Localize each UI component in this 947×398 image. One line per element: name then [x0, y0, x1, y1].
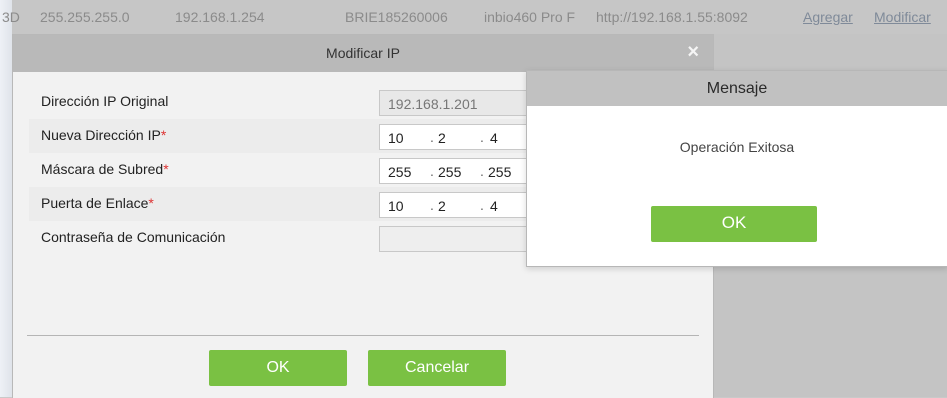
close-icon[interactable]: × [687, 41, 699, 64]
new-ip-seg-3[interactable]: 4 [490, 130, 498, 146]
label-subnet-wrap: Máscara de Subred* [41, 161, 169, 177]
original-ip-value: 192.168.1.201 [388, 96, 478, 112]
bg-cell-mask: 255.255.255.0 [40, 9, 130, 25]
label-new-ip: Nueva Dirección IP [41, 127, 161, 143]
new-ip-seg-2[interactable]: 2 [438, 130, 446, 146]
footer-divider [27, 335, 699, 336]
label-gateway: Puerta de Enlace [41, 195, 149, 211]
ip-dot: . [430, 163, 434, 179]
dialog-header: Modificar IP × [13, 35, 713, 72]
gateway-seg-3[interactable]: 4 [490, 198, 498, 214]
ip-dot: . [430, 129, 434, 145]
ip-dot: . [480, 129, 484, 145]
message-text: Operación Exitosa [679, 139, 795, 155]
subnet-seg-1[interactable]: 255 [388, 164, 411, 180]
background-table-row: 3D 255.255.255.0 192.168.1.254 BRIE18526… [0, 0, 947, 34]
required-marker: * [148, 195, 154, 211]
link-modify[interactable]: Modificar [874, 9, 931, 25]
label-new-ip-wrap: Nueva Dirección IP* [41, 127, 166, 143]
bg-cell-fragment: 3D [2, 9, 20, 25]
link-add[interactable]: Agregar [803, 9, 853, 25]
required-marker: * [160, 127, 167, 143]
bg-cell-gateway: 192.168.1.254 [175, 9, 265, 25]
bg-cell-device: inbio460 Pro F [484, 9, 576, 25]
bg-cell-url: http://192.168.1.55:8092 [596, 9, 748, 25]
dialog-title: Modificar IP [326, 45, 400, 61]
left-margin [0, 0, 12, 397]
message-title: Mensaje [706, 80, 768, 97]
ok-button[interactable]: OK [209, 350, 347, 386]
ip-dot: . [430, 197, 434, 213]
label-subnet: Máscara de Subred [41, 161, 164, 177]
gateway-seg-2[interactable]: 2 [438, 198, 446, 214]
required-marker: * [163, 161, 169, 177]
subnet-seg-3[interactable]: 255 [488, 164, 511, 180]
message-ok-button[interactable]: OK [651, 206, 817, 242]
label-gateway-wrap: Puerta de Enlace* [41, 195, 154, 211]
subnet-seg-2[interactable]: 255 [438, 164, 461, 180]
bg-cell-serial: BRIE185260006 [345, 9, 448, 25]
new-ip-seg-1[interactable]: 10 [388, 130, 404, 146]
cancel-button[interactable]: Cancelar [368, 350, 506, 386]
ip-dot: . [480, 163, 484, 179]
label-original-ip: Dirección IP Original [41, 93, 169, 109]
message-dialog: Mensaje Operación Exitosa OK [526, 70, 947, 267]
ip-dot: . [480, 197, 484, 213]
label-comm-password: Contraseña de Comunicación [41, 229, 226, 245]
gateway-seg-1[interactable]: 10 [388, 198, 404, 214]
